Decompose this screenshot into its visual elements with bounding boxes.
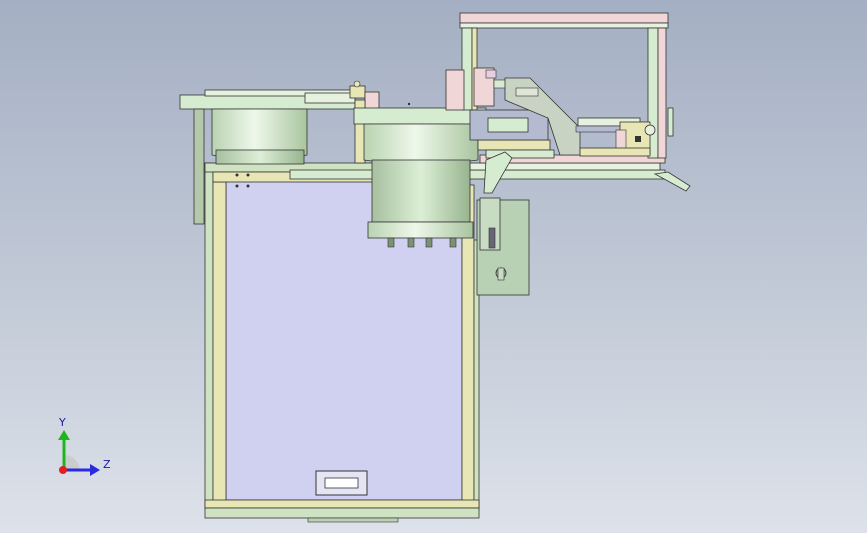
bowl-center-leg	[407, 237, 415, 248]
triad-y-arrow	[58, 430, 70, 440]
bowl-left-base	[215, 149, 305, 165]
triad-y-label: Y	[58, 416, 66, 429]
cabinet-foot	[307, 517, 399, 523]
press-slide-plate	[487, 117, 529, 133]
tool-clamp	[635, 136, 641, 142]
press-column	[445, 69, 465, 111]
cad-viewport[interactable]: Y Z	[0, 0, 867, 533]
bowl-left-bracket	[193, 108, 205, 225]
tool-plate	[579, 147, 651, 157]
screw	[246, 184, 250, 188]
bowl-left-track	[304, 92, 356, 104]
motor-knob	[497, 267, 505, 281]
screw	[353, 80, 361, 88]
cabinet-left-frame-outer	[204, 162, 214, 509]
triad-z-arrow	[90, 464, 100, 476]
cabinet-left-frame-inner	[212, 181, 227, 503]
tool-bolt	[644, 124, 656, 136]
linear-feeder	[477, 139, 551, 151]
cabinet-handle-grip	[324, 477, 359, 489]
platform-plate	[289, 169, 666, 180]
tool-block-pink	[615, 129, 627, 151]
triad-z-label: Z	[103, 458, 111, 471]
press-cylinder-cap	[485, 69, 497, 79]
view-triad-icon: Y Z	[58, 416, 111, 476]
bowl-center-body	[363, 123, 479, 165]
gantry-top-beam-2	[459, 22, 669, 29]
cabinet-base	[204, 507, 480, 519]
press-arm-pin	[515, 87, 539, 97]
discharge-chute	[653, 171, 691, 192]
screw	[407, 102, 411, 106]
triad-plane	[64, 454, 80, 470]
motor-shaft	[488, 227, 496, 249]
gantry-side-handle	[667, 107, 674, 137]
bowl-center-leg	[425, 237, 433, 248]
bowl-left-clamp	[349, 85, 366, 99]
bowl-center-leg	[449, 237, 457, 248]
press-rod	[493, 79, 507, 89]
bowl-center-leg	[387, 237, 395, 248]
triad-origin	[59, 466, 67, 474]
cabinet-bottom-frame	[204, 499, 480, 509]
motor-unit[interactable]	[476, 197, 530, 296]
bowl-center-foot	[367, 221, 474, 239]
screw	[235, 173, 239, 177]
screw	[246, 173, 250, 177]
gantry-top-beam	[459, 12, 669, 24]
bowl-center-drive	[371, 159, 471, 223]
screw	[235, 184, 239, 188]
bowl-left-clamp-2	[364, 91, 380, 111]
gantry-right-post-2	[657, 27, 667, 159]
